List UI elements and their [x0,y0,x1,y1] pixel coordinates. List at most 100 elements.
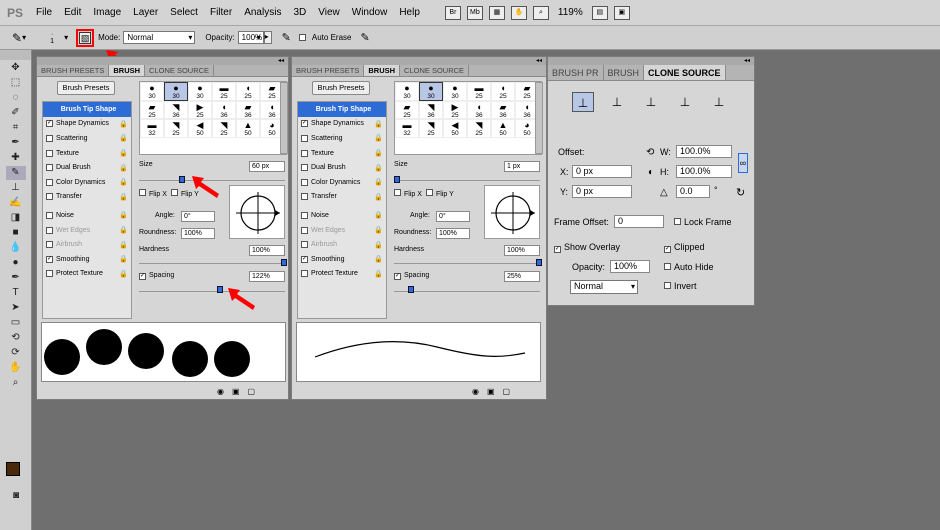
size-slider-knob[interactable] [394,176,400,183]
tab-brush[interactable]: BRUSH [364,65,401,76]
grid-scrollbar[interactable] [535,82,543,154]
brush-tip[interactable]: ▲ 50 [491,119,515,138]
brush-tip[interactable]: ▶ 25 [188,100,212,119]
hardness-slider[interactable] [139,263,285,264]
menu-help[interactable]: Help [393,7,426,18]
gradient-tool-icon[interactable]: ■ [6,226,26,240]
clipped-checkbox[interactable]: ✓ [664,246,671,253]
clone-source-3-icon[interactable]: ⊥ [640,92,662,112]
setting-checkbox[interactable] [301,270,308,278]
setting-checkbox[interactable]: ✓ [46,255,53,263]
setting-checkbox[interactable] [46,178,53,186]
setting-checkbox[interactable] [46,211,53,219]
lock-icon[interactable]: 🔒 [374,241,383,249]
tab-clone-source[interactable]: CLONE SOURCE [400,65,470,76]
menu-3d[interactable]: 3D [287,7,312,18]
brush-tip[interactable]: ◖ 25 [236,82,260,101]
list-item[interactable]: ✓ Shape Dynamics 🔒 [43,117,131,132]
setting-checkbox[interactable] [46,226,53,234]
hardness-input[interactable]: 100% [249,245,285,256]
brush-tip[interactable]: ◀ 50 [188,119,212,138]
list-item[interactable]: Texture 🔒 [43,146,131,161]
brush-tool-icon-box[interactable]: ✎ [5,166,26,180]
menu-view[interactable]: View [312,7,346,18]
list-item[interactable]: Wet Edges 🔒 [298,223,386,238]
list-item[interactable]: Noise 🔒 [43,208,131,223]
zoom-level[interactable]: 119% [558,7,583,18]
menu-edit[interactable]: Edit [58,7,87,18]
setting-checkbox[interactable]: ✓ [46,120,53,128]
menu-analysis[interactable]: Analysis [238,7,287,18]
panel-footer-icons[interactable]: ◉▣▢ [472,387,518,396]
brush-tip[interactable]: ● 30 [443,82,467,101]
reset-transform-icon[interactable]: ⟲ [646,147,654,158]
list-item[interactable]: Dual Brush 🔒 [298,160,386,175]
width-scale-input[interactable]: 100.0% [676,145,732,158]
menu-file[interactable]: File [30,7,58,18]
lock-icon[interactable]: 🔒 [374,134,383,142]
opacity-slider-arrow-icon[interactable]: ▸ [263,31,272,44]
spacing-input[interactable]: 25% [504,271,540,282]
hardness-slider[interactable] [394,263,540,264]
type-tool-icon[interactable]: T [6,286,26,300]
brush-size-picker[interactable]: · 1 [40,31,64,45]
brush-tip[interactable]: ◖ 25 [491,82,515,101]
setting-checkbox[interactable] [46,164,53,172]
brush-tip[interactable]: ▬ 32 [395,119,419,138]
menu-select[interactable]: Select [164,7,204,18]
lock-icon[interactable]: 🔒 [119,149,128,157]
frame-offset-input[interactable]: 0 [614,215,664,228]
lock-icon[interactable]: 🔒 [119,270,128,278]
setting-checkbox[interactable]: ✓ [301,255,308,263]
clone-source-4-icon[interactable]: ⊥ [674,92,696,112]
clone-stamp-tool-icon[interactable]: ⊥ [6,181,26,195]
list-item[interactable]: Color Dynamics 🔒 [298,175,386,190]
lasso-tool-icon[interactable]: ◌ [6,91,26,105]
list-item[interactable]: Wet Edges 🔒 [43,223,131,238]
lock-icon[interactable]: 🔒 [119,255,128,263]
screen-mode-icon[interactable]: ▣ [613,5,630,20]
lock-icon[interactable]: 🔒 [374,178,383,186]
brush-tool-icon[interactable]: ✎ [12,31,22,45]
tab-brush[interactable]: BRUSH [109,65,146,76]
flip-y-checkbox[interactable] [426,189,433,196]
spacing-checkbox[interactable]: ✓ [394,273,401,280]
eyedropper-tool-icon[interactable]: ✒ [6,136,26,150]
clone-source-5-icon[interactable]: ⊥ [708,92,730,112]
lock-icon[interactable]: 🔒 [119,120,128,128]
spacing-slider[interactable] [394,291,540,292]
setting-checkbox[interactable] [301,134,308,142]
pen-tool-icon[interactable]: ✒ [6,271,26,285]
brush-tip[interactable]: ▲ 50 [236,119,260,138]
crop-tool-icon[interactable]: ⌗ [6,121,26,135]
mode-select[interactable]: Normal [123,31,196,44]
list-item[interactable]: Brush Tip Shape [43,102,131,117]
list-item[interactable]: Texture 🔒 [298,146,386,161]
brush-tip[interactable]: ● 30 [164,82,188,101]
brush-tip[interactable]: ◥ 25 [164,119,188,138]
3d-orbit-tool-icon[interactable]: ⟳ [6,346,26,360]
roundness-input[interactable]: 100% [436,228,470,239]
setting-checkbox[interactable] [46,270,53,278]
menu-image[interactable]: Image [87,7,127,18]
overlay-blend-select[interactable]: Normal [570,280,638,294]
brush-tip[interactable]: ▬ 25 [467,82,491,101]
spacing-checkbox[interactable]: ✓ [139,273,146,280]
hardness-slider-knob[interactable] [281,259,287,266]
angle-input[interactable]: 0° [436,211,470,222]
tool-preset-dropdown-icon[interactable]: ▾ [22,33,26,42]
brush-tip[interactable]: ◖ 36 [212,100,236,119]
hardness-input[interactable]: 100% [504,245,540,256]
panel-footer-icons[interactable]: ◉▣▢ [217,387,263,396]
lock-icon[interactable]: 🔒 [119,193,128,201]
flip-x-checkbox[interactable] [394,189,401,196]
setting-checkbox[interactable] [46,149,53,157]
setting-checkbox[interactable] [301,149,308,157]
quick-mask-icon[interactable]: ◙ [6,489,26,503]
grid-scrollbar[interactable] [280,82,288,154]
menu-window[interactable]: Window [346,7,394,18]
shape-tool-icon[interactable]: ▭ [6,316,26,330]
brush-tip[interactable]: ◥ 36 [164,100,188,119]
setting-checkbox[interactable] [301,164,308,172]
brush-tip[interactable]: ● 30 [395,82,419,101]
